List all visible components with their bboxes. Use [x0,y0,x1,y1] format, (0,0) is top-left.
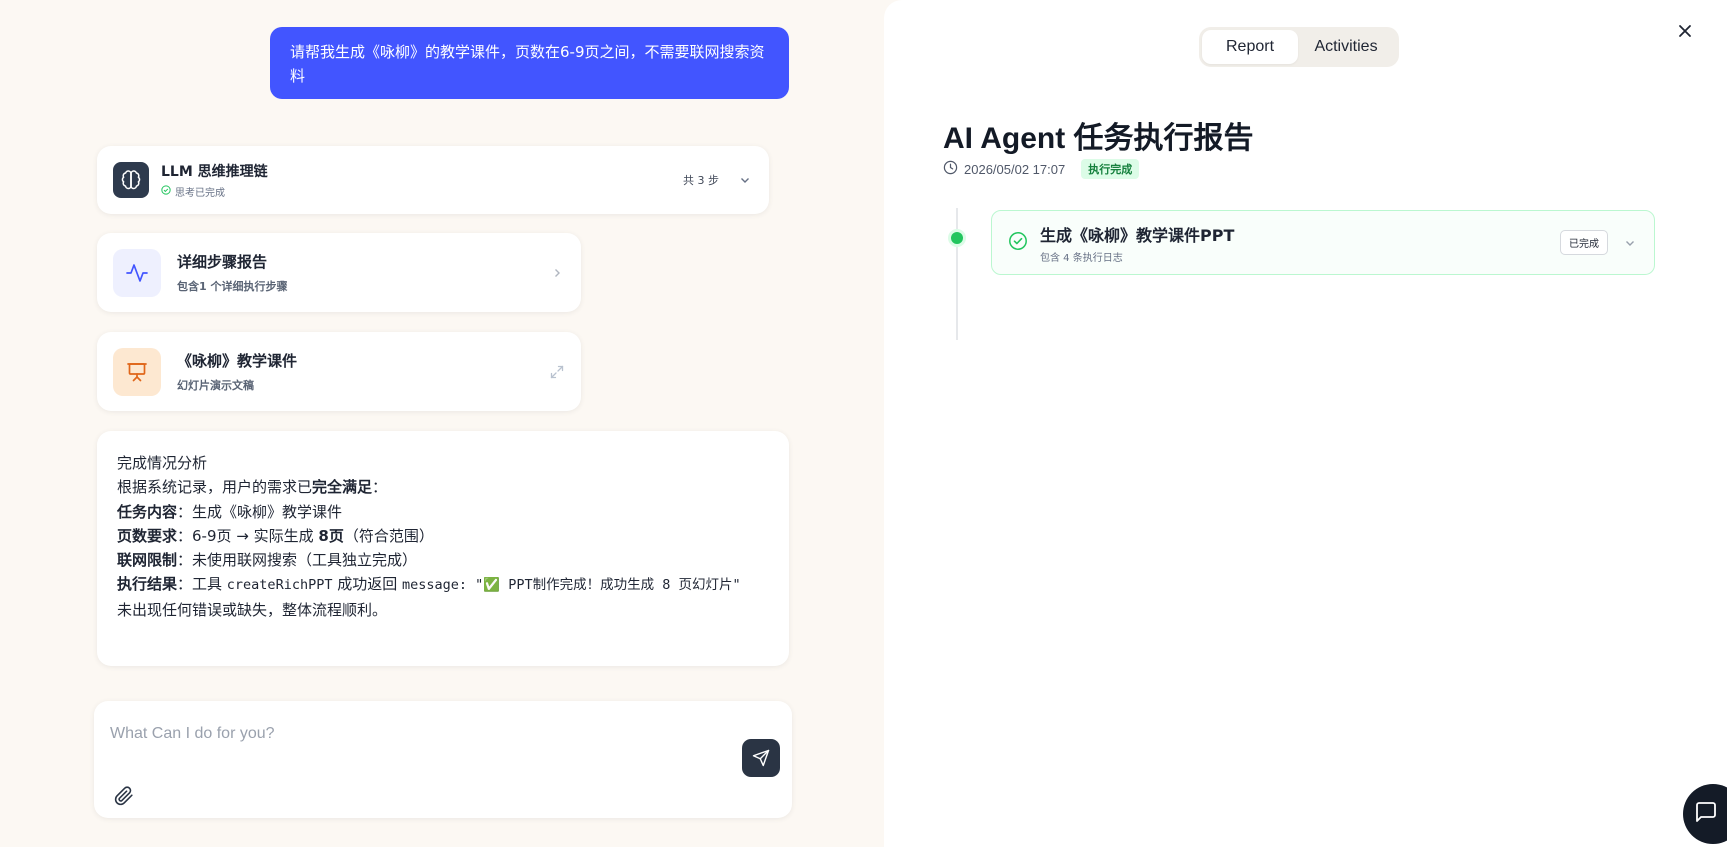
ppt-card-title: 《咏柳》教学课件 [177,352,298,370]
report-timestamp: 2026/05/02 17:07 [964,161,1066,177]
send-button[interactable] [742,739,780,777]
clock-icon [943,160,958,178]
close-icon [1679,25,1691,37]
paperclip-icon [114,786,133,806]
expand-icon[interactable] [549,364,565,380]
task-subtitle: 包含 4 条执行日志 [1040,252,1123,264]
timeline-dot [951,232,963,244]
close-button[interactable] [1674,20,1696,42]
attachment-button[interactable] [113,785,135,807]
panel-tabs: Report Activities [1199,27,1399,67]
ppt-card-subtitle: 幻灯片演示文稿 [177,379,254,392]
report-panel: Report Activities AI Agent 任务执行报告 2026/0… [884,0,1727,847]
analysis-closing: 未出现任何错误或缺失，整体流程顺利。 [117,600,388,619]
report-title: AI Agent 任务执行报告 [943,122,1254,155]
send-icon [752,749,770,767]
llm-card-title: LLM 思维推理链 [161,164,268,180]
analysis-heading: 完成情况分析 [117,454,208,472]
check-circle-icon [1008,231,1028,255]
llm-step-count: 共 3 步 [683,174,719,187]
step-report-card[interactable]: 详细步骤报告 包含1 个详细执行步骤 [97,233,581,312]
task-status-badge: 已完成 [1560,230,1608,255]
task-title: 生成《咏柳》教学课件PPT [1040,225,1235,245]
step-report-subtitle: 包含1 个详细执行步骤 [177,280,288,293]
timeline-line [956,208,958,340]
tab-report[interactable]: Report [1202,30,1298,64]
llm-reasoning-card[interactable]: LLM 思维推理链 思考已完成 共 3 步 [97,146,769,214]
analysis-network: 联网限制：未使用联网搜索（工具独立完成） [117,551,418,570]
presentation-icon [113,347,161,396]
step-report-title: 详细步骤报告 [177,253,268,271]
message-input[interactable] [110,719,670,749]
chevron-right-icon[interactable] [549,265,565,281]
llm-card-status: 思考已完成 [175,188,225,199]
analysis-intro: 根据系统记录，用户的需求已完全满足： [117,478,388,497]
status-badge: 执行完成 [1081,159,1140,179]
chevron-down-icon[interactable] [1622,235,1638,251]
check-circle-icon [161,185,171,198]
tab-activities[interactable]: Activities [1298,30,1394,64]
analysis-pages: 页数要求：6-9页 → 实际生成 8页（符合范围） [117,526,434,545]
activity-icon [113,248,161,297]
chat-bubble-icon [1696,802,1716,822]
report-meta: 2026/05/02 17:07 执行完成 [943,159,1140,179]
ppt-file-card[interactable]: 《咏柳》教学课件 幻灯片演示文稿 [97,332,581,411]
brain-icon [113,162,149,198]
analysis-result: 执行结果：工具 createRichPPT 成功返回 message: "✅ P… [117,575,741,594]
chevron-down-icon[interactable] [737,172,753,188]
task-item[interactable]: 生成《咏柳》教学课件PPT 包含 4 条执行日志 已完成 [991,210,1655,275]
message-composer [94,701,792,818]
assistant-analysis-message: 完成情况分析 根据系统记录，用户的需求已完全满足： 任务内容：生成《咏柳》教学课… [97,431,789,666]
analysis-task: 任务内容：生成《咏柳》教学课件 [117,502,343,521]
user-message-bubble: 请帮我生成《咏柳》的教学课件，页数在6-9页之间，不需要联网搜索资料 [270,27,789,99]
